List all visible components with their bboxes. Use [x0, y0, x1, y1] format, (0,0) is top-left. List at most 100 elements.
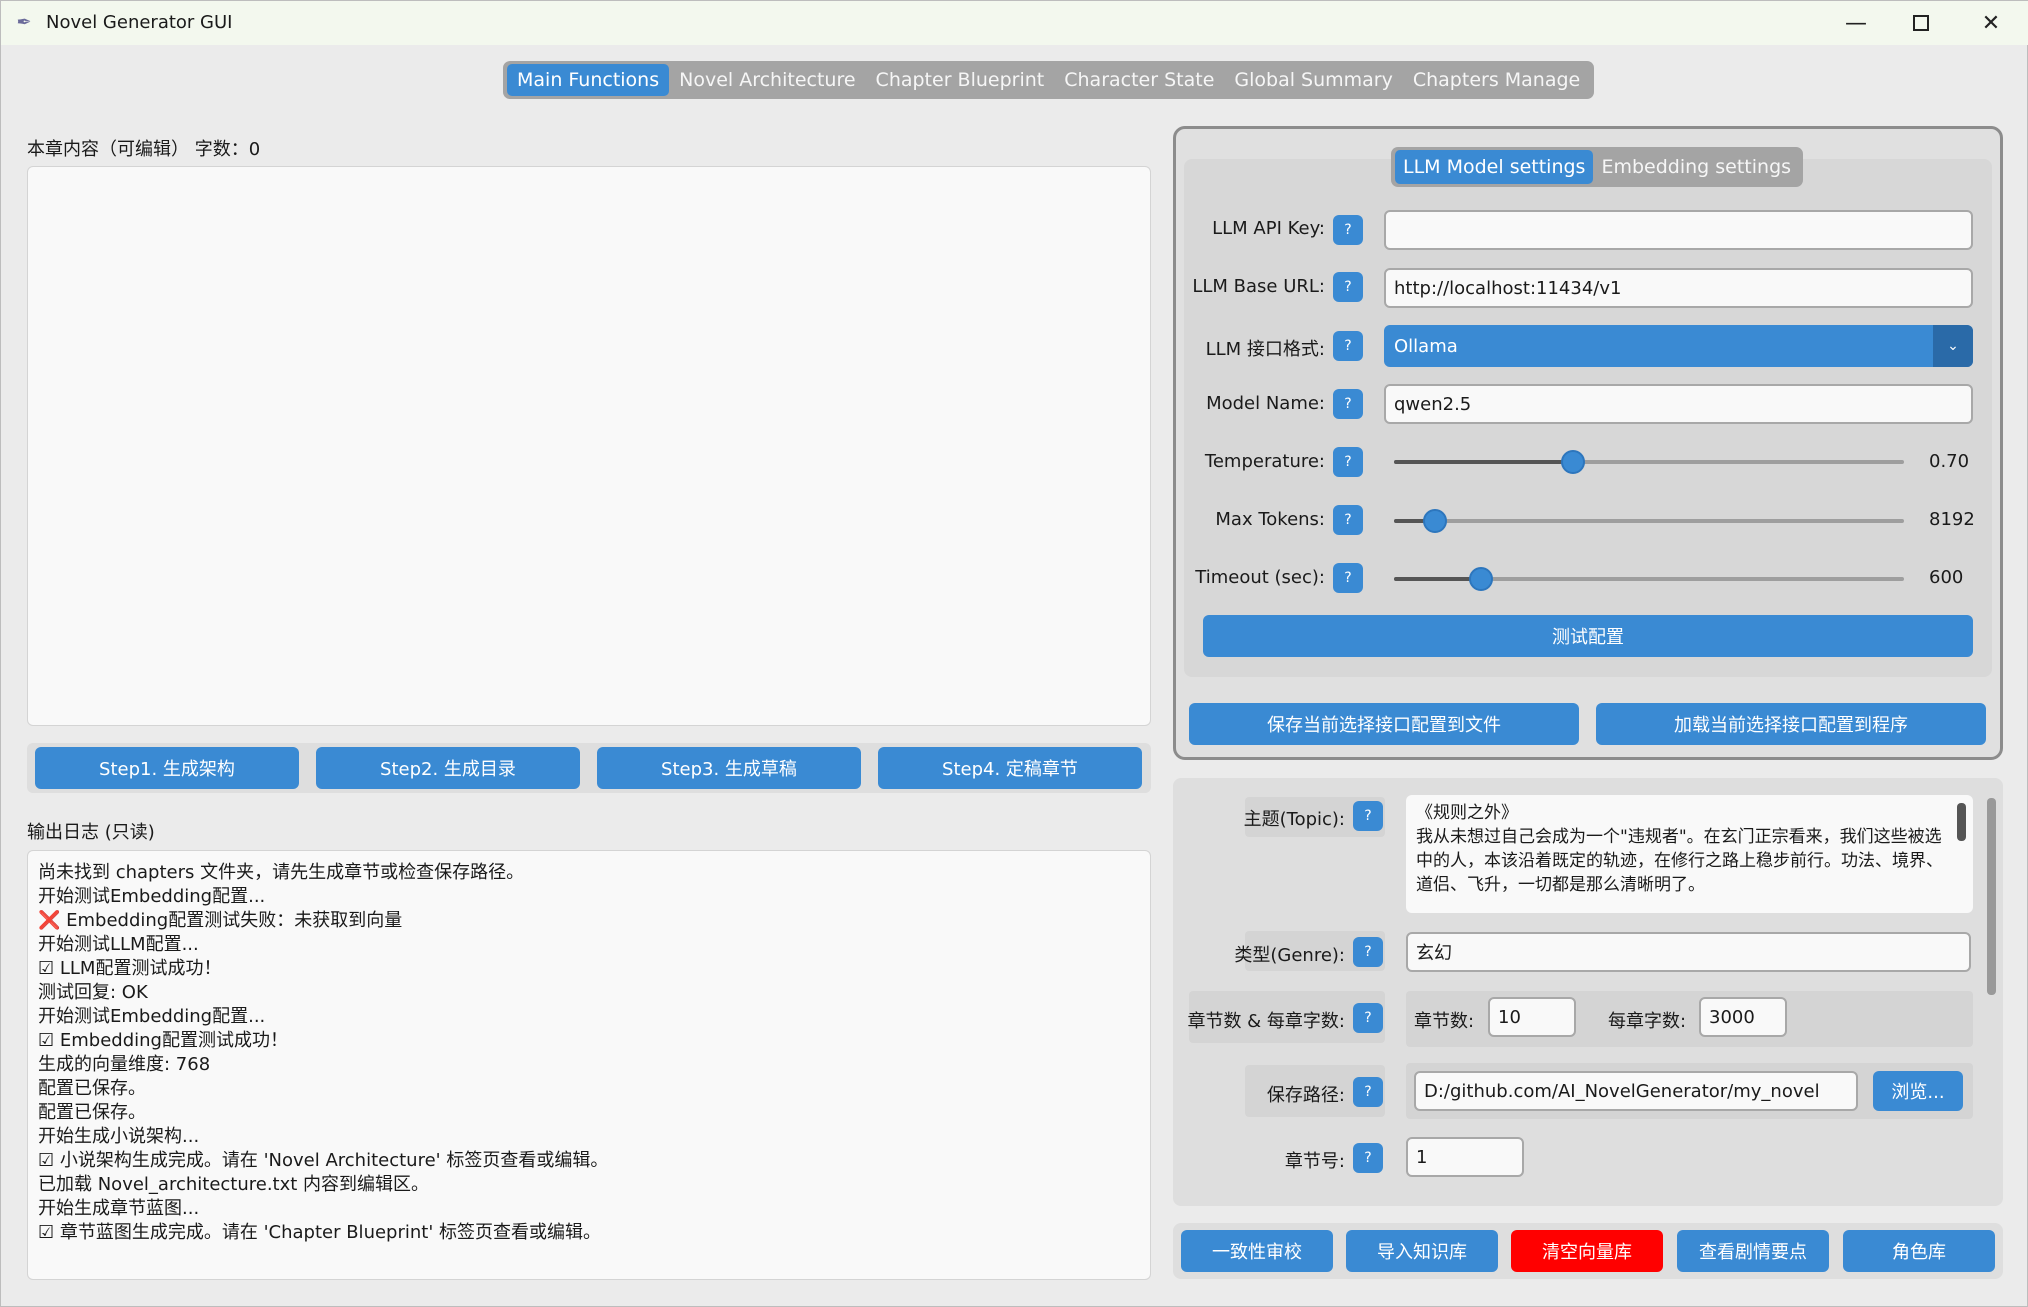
- log-line: 已加载 Novel_architecture.txt 内容到编辑区。: [38, 1174, 430, 1195]
- tab-character-state[interactable]: Character State: [1054, 64, 1224, 96]
- step1-button[interactable]: Step1. 生成架构: [35, 747, 299, 789]
- help-button[interactable]: ?: [1333, 215, 1363, 245]
- temperature-label: Temperature:: [1204, 451, 1325, 472]
- log-line: 配置已保存。: [38, 1078, 146, 1099]
- timeout-slider[interactable]: [1394, 567, 1904, 591]
- log-label: 输出日志 (只读): [27, 822, 155, 843]
- model-name-label: Model Name:: [1206, 393, 1325, 414]
- test-config-button[interactable]: 测试配置: [1203, 615, 1973, 657]
- log-line: 测试回复: OK: [38, 982, 148, 1003]
- temperature-slider-fill: [1394, 460, 1573, 464]
- log-line: ☑ Embedding配置测试成功！: [38, 1030, 288, 1051]
- log-line: 开始生成小说架构...: [38, 1126, 200, 1147]
- app-window: ✒ Novel Generator GUI — ✕ Main Functions…: [0, 0, 2028, 1307]
- help-button[interactable]: ?: [1353, 801, 1383, 831]
- genre-input[interactable]: 玄幻: [1406, 932, 1971, 972]
- max-tokens-slider[interactable]: [1394, 509, 1904, 533]
- log-line: ☑ 章节蓝图生成完成。请在 'Chapter Blueprint' 标签页查看或…: [38, 1222, 602, 1243]
- timeout-slider-fill: [1394, 577, 1481, 581]
- interface-select-value: Ollama: [1394, 335, 1458, 357]
- maximize-icon: [1913, 15, 1929, 31]
- maximize-button[interactable]: [1886, 1, 1956, 45]
- close-button[interactable]: ✕: [1956, 1, 2026, 45]
- help-button[interactable]: ?: [1333, 447, 1363, 477]
- interface-label: LLM 接口格式:: [1205, 339, 1325, 360]
- editor-label: 本章内容（可编辑） 字数：0: [27, 139, 261, 160]
- help-button[interactable]: ?: [1353, 1143, 1383, 1173]
- api-key-input[interactable]: [1384, 210, 1973, 250]
- help-button[interactable]: ?: [1333, 389, 1363, 419]
- view-plot-points-button[interactable]: 查看剧情要点: [1677, 1230, 1829, 1272]
- log-line: ❌ Embedding配置测试失败：未获取到向量: [38, 910, 403, 931]
- api-key-label: LLM API Key:: [1212, 218, 1325, 239]
- max-tokens-value: 8192: [1929, 509, 1975, 530]
- interface-select[interactable]: Ollama ⌄: [1384, 325, 1973, 367]
- log-line: 开始测试LLM配置...: [38, 934, 199, 955]
- log-line: 开始测试Embedding配置...: [38, 1006, 266, 1027]
- clear-vector-store-button[interactable]: 清空向量库: [1511, 1230, 1663, 1272]
- chapter-num-input[interactable]: 10: [1488, 997, 1576, 1037]
- consistency-check-button[interactable]: 一致性审校: [1181, 1230, 1333, 1272]
- step-button-row: Step1. 生成架构 Step2. 生成目录 Step3. 生成草稿 Step…: [27, 743, 1151, 793]
- chapter-count-label: 章节数 & 每章字数:: [1187, 1011, 1345, 1032]
- log-line: ☑ LLM配置测试成功！: [38, 958, 222, 979]
- help-button[interactable]: ?: [1353, 937, 1383, 967]
- config-tab-bar: LLM Model settings Embedding settings: [1391, 147, 1804, 187]
- topic-label: 主题(Topic):: [1243, 809, 1345, 830]
- browse-button[interactable]: 浏览...: [1873, 1071, 1963, 1111]
- base-url-input[interactable]: http://localhost:11434/v1: [1384, 268, 1973, 308]
- timeout-value: 600: [1929, 567, 1964, 588]
- timeout-label: Timeout (sec):: [1195, 567, 1325, 588]
- tab-novel-architecture[interactable]: Novel Architecture: [669, 64, 865, 96]
- help-button[interactable]: ?: [1353, 1003, 1383, 1033]
- save-config-button[interactable]: 保存当前选择接口配置到文件: [1189, 703, 1579, 745]
- main-tab-bar: Main Functions Novel Architecture Chapte…: [503, 61, 1595, 99]
- words-per-chapter-input[interactable]: 3000: [1699, 997, 1787, 1037]
- step4-button[interactable]: Step4. 定稿章节: [878, 747, 1142, 789]
- params-scrollbar[interactable]: [1987, 798, 1996, 995]
- minimize-icon: —: [1845, 10, 1867, 36]
- help-button[interactable]: ?: [1333, 505, 1363, 535]
- save-path-input[interactable]: D:/github.com/AI_NovelGenerator/my_novel: [1414, 1071, 1858, 1111]
- temperature-slider-handle[interactable]: [1560, 450, 1585, 474]
- temperature-value: 0.70: [1929, 451, 1970, 472]
- minimize-button[interactable]: —: [1821, 1, 1891, 45]
- tab-chapters-manage[interactable]: Chapters Manage: [1403, 64, 1590, 96]
- chapter-no-label: 章节号:: [1284, 1151, 1345, 1172]
- chevron-down-icon[interactable]: ⌄: [1933, 325, 1973, 367]
- tab-embedding-settings[interactable]: Embedding settings: [1593, 150, 1799, 184]
- quill-icon: ✒: [16, 12, 32, 33]
- step3-button[interactable]: Step3. 生成草稿: [597, 747, 861, 789]
- chapter-editor[interactable]: [27, 166, 1151, 726]
- title-bar: ✒ Novel Generator GUI — ✕: [1, 1, 2028, 45]
- log-line: 尚未找到 chapters 文件夹，请先生成章节或检查保存路径。: [38, 862, 525, 883]
- output-log[interactable]: 尚未找到 chapters 文件夹，请先生成章节或检查保存路径。 开始测试Emb…: [27, 850, 1151, 1280]
- load-config-button[interactable]: 加载当前选择接口配置到程序: [1596, 703, 1986, 745]
- log-line: 配置已保存。: [38, 1102, 146, 1123]
- window-title: Novel Generator GUI: [46, 12, 233, 33]
- model-name-input[interactable]: qwen2.5: [1384, 384, 1973, 424]
- timeout-slider-handle[interactable]: [1468, 567, 1493, 591]
- tab-global-summary[interactable]: Global Summary: [1224, 64, 1402, 96]
- import-knowledge-button[interactable]: 导入知识库: [1346, 1230, 1498, 1272]
- log-line: 开始测试Embedding配置...: [38, 886, 266, 907]
- chapter-no-input[interactable]: 1: [1406, 1137, 1524, 1177]
- log-line: ☑ 小说架构生成完成。请在 'Novel Architecture' 标签页查看…: [38, 1150, 609, 1171]
- log-line: 开始生成章节蓝图...: [38, 1198, 200, 1219]
- character-library-button[interactable]: 角色库: [1843, 1230, 1995, 1272]
- topic-textbox[interactable]: 《规则之外》 我从未想过自己会成为一个"违规者"。在玄门正宗看来，我们这些被选中…: [1406, 795, 1973, 913]
- save-path-label: 保存路径:: [1266, 1085, 1345, 1106]
- topic-scrollbar[interactable]: [1957, 803, 1966, 841]
- help-button[interactable]: ?: [1333, 563, 1363, 593]
- tab-llm-settings[interactable]: LLM Model settings: [1395, 150, 1594, 184]
- help-button[interactable]: ?: [1353, 1077, 1383, 1107]
- log-line: 生成的向量维度: 768: [38, 1054, 211, 1075]
- temperature-slider[interactable]: [1394, 450, 1904, 474]
- max-tokens-slider-handle[interactable]: [1422, 509, 1447, 533]
- help-button[interactable]: ?: [1333, 331, 1363, 361]
- step2-button[interactable]: Step2. 生成目录: [316, 747, 580, 789]
- tab-main-functions[interactable]: Main Functions: [507, 64, 670, 96]
- help-button[interactable]: ?: [1333, 272, 1363, 302]
- genre-label: 类型(Genre):: [1234, 945, 1345, 966]
- tab-chapter-blueprint[interactable]: Chapter Blueprint: [866, 64, 1055, 96]
